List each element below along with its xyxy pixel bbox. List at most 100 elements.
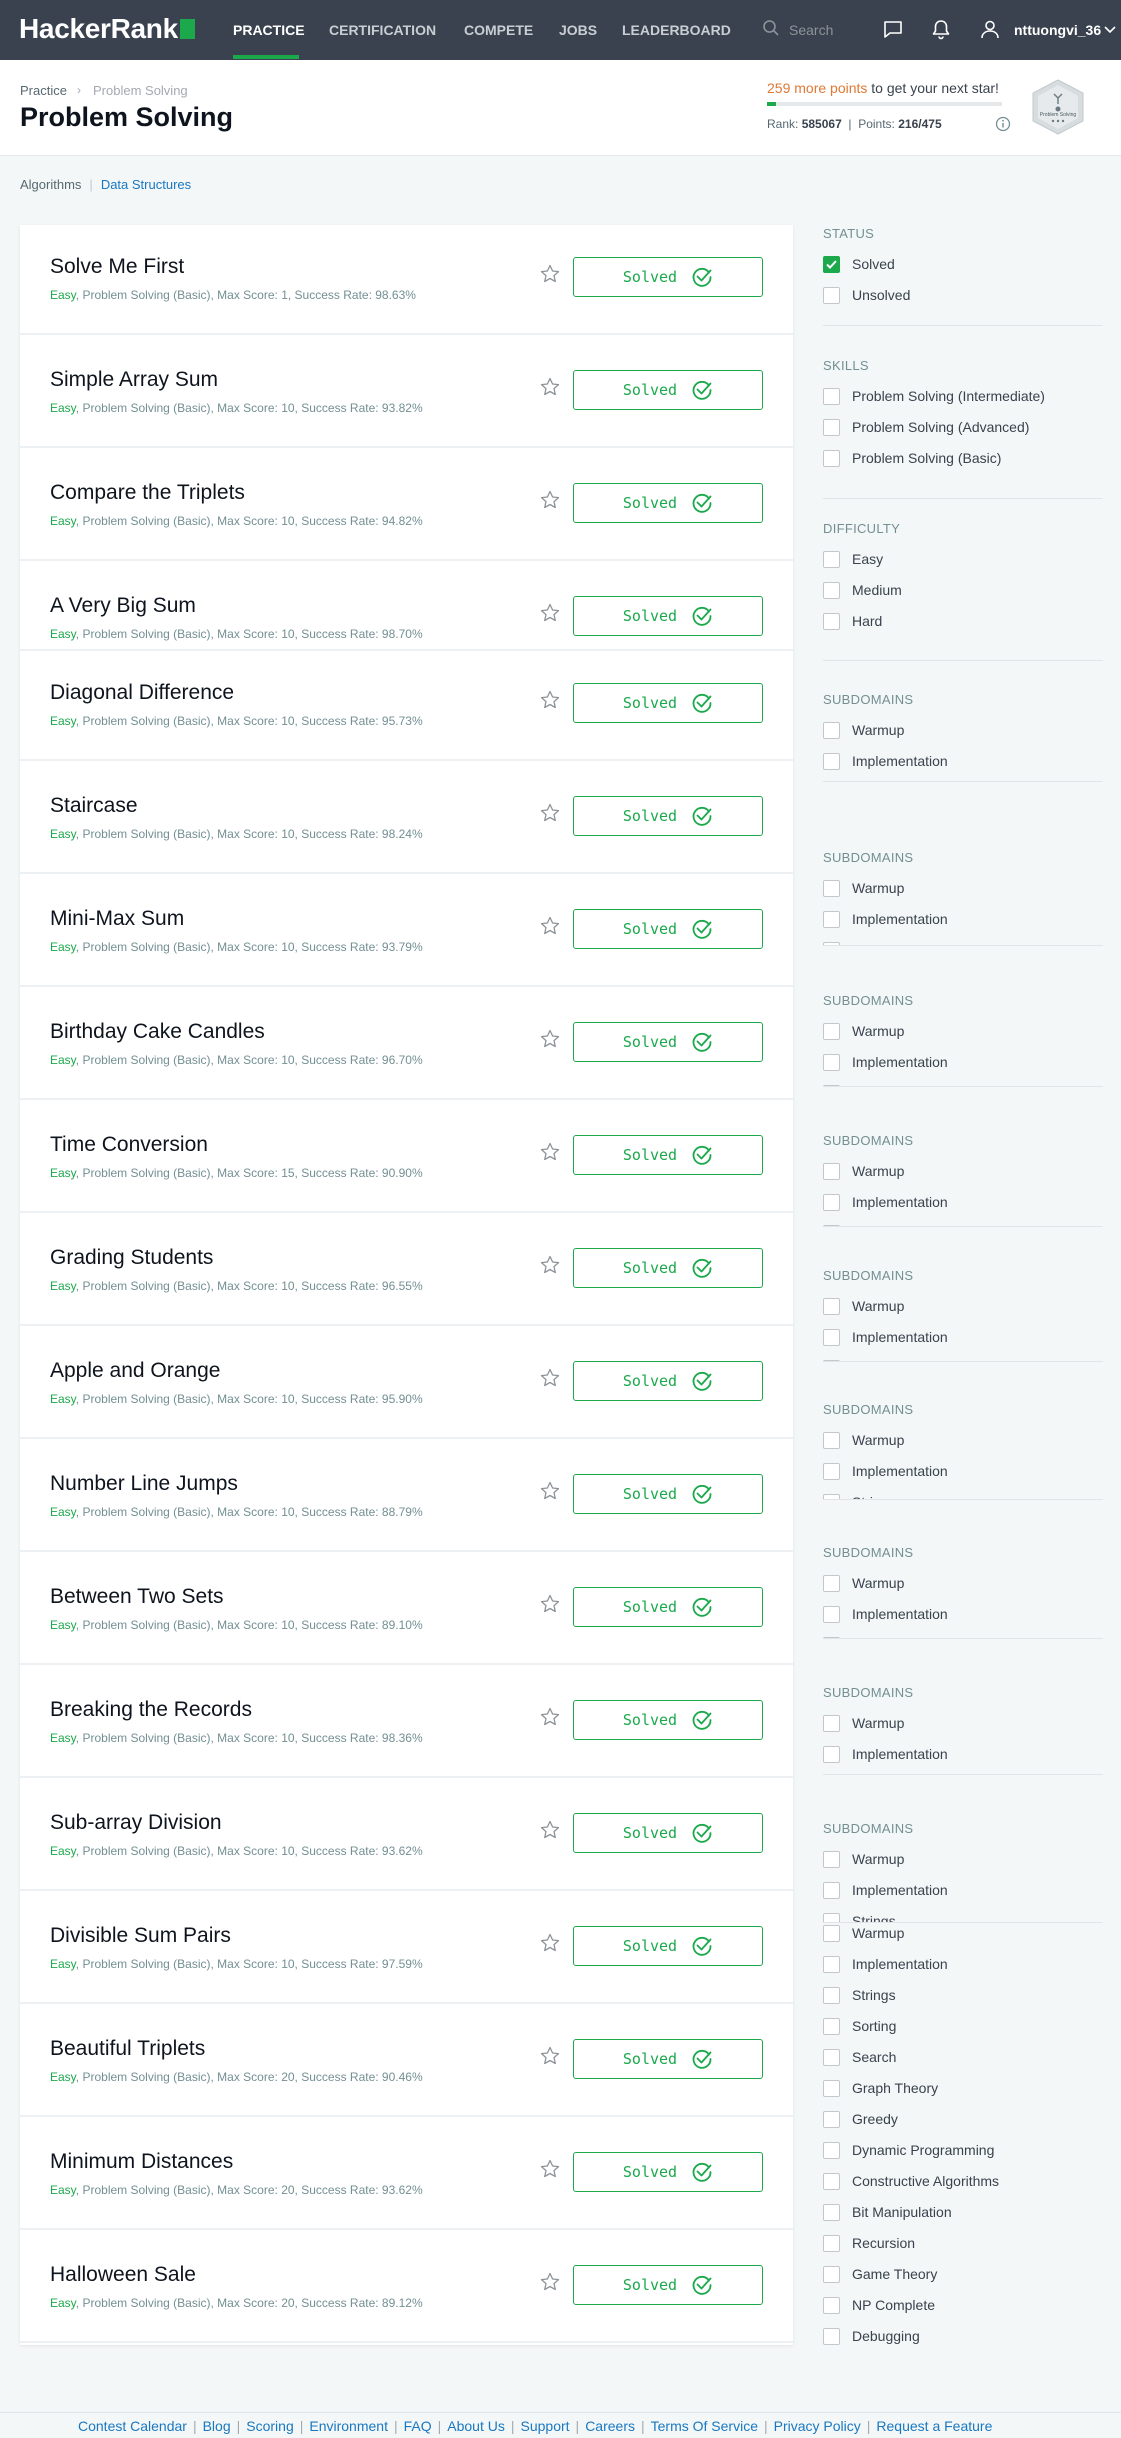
checkbox[interactable] xyxy=(823,2296,840,2314)
checkbox-checked[interactable] xyxy=(823,255,840,273)
bookmark-star-icon[interactable] xyxy=(540,1029,560,1049)
filter-option[interactable]: Warmup xyxy=(823,1430,904,1450)
challenge-card[interactable]: Beautiful Triplets Easy, Problem Solving … xyxy=(20,2007,793,2117)
solved-button[interactable]: Solved xyxy=(573,2039,763,2079)
filter-option[interactable]: Search xyxy=(823,2047,896,2067)
footer-link[interactable]: Scoring xyxy=(246,2418,293,2434)
solved-button[interactable]: Solved xyxy=(573,2152,763,2192)
checkbox[interactable] xyxy=(823,2141,840,2159)
bookmark-star-icon[interactable] xyxy=(540,2159,560,2179)
filter-option[interactable]: Warmup xyxy=(823,1296,904,1316)
checkbox[interactable] xyxy=(823,581,840,599)
challenge-card[interactable]: Apple and Orange Easy, Problem Solving (B… xyxy=(20,1329,793,1439)
filter-option[interactable]: Graph Theory xyxy=(823,2078,938,2098)
bookmark-star-icon[interactable] xyxy=(540,916,560,936)
solved-button[interactable]: Solved xyxy=(573,1135,763,1175)
filter-option[interactable]: Debugging xyxy=(823,2326,920,2346)
filter-option[interactable]: Implementation xyxy=(823,1744,948,1764)
subnav-algorithms[interactable]: Algorithms xyxy=(20,177,81,192)
checkbox[interactable] xyxy=(823,1162,840,1180)
footer-link[interactable]: Careers xyxy=(585,2418,635,2434)
checkbox[interactable] xyxy=(823,387,840,405)
challenge-card[interactable]: Birthday Cake Candles Easy, Problem Solvi… xyxy=(20,990,793,1100)
solved-button[interactable]: Solved xyxy=(573,909,763,949)
footer-link[interactable]: About Us xyxy=(447,2418,505,2434)
solved-button[interactable]: Solved xyxy=(573,796,763,836)
challenge-card[interactable]: Sub-array Division Easy, Problem Solving … xyxy=(20,1781,793,1891)
filter-option[interactable]: Problem Solving (Advanced) xyxy=(823,417,1029,437)
checkbox[interactable] xyxy=(823,1955,840,1973)
filter-option[interactable]: Problem Solving (Basic) xyxy=(823,448,1001,468)
challenge-card[interactable]: Solve Me First Easy, Problem Solving (Bas… xyxy=(20,225,793,335)
checkbox[interactable] xyxy=(823,286,840,304)
footer-link[interactable]: Request a Feature xyxy=(876,2418,992,2434)
filter-option[interactable]: Problem Solving (Intermediate) xyxy=(823,386,1045,406)
filter-option[interactable]: Implementation xyxy=(823,1954,948,1974)
challenge-title[interactable]: Number Line Jumps xyxy=(50,1472,238,1496)
filter-option[interactable]: Bit Manipulation xyxy=(823,2202,952,2222)
footer-link[interactable]: Support xyxy=(521,2418,570,2434)
solved-button[interactable]: Solved xyxy=(573,483,763,523)
checkbox[interactable] xyxy=(823,1574,840,1592)
checkbox[interactable] xyxy=(823,1053,840,1071)
checkbox[interactable] xyxy=(823,752,840,770)
solved-button[interactable]: Solved xyxy=(573,1474,763,1514)
challenge-card[interactable]: Minimum Distances Easy, Problem Solving (… xyxy=(20,2120,793,2230)
solved-button[interactable]: Solved xyxy=(573,257,763,297)
bookmark-star-icon[interactable] xyxy=(540,690,560,710)
challenge-card[interactable]: Between Two Sets Easy, Problem Solving (B… xyxy=(20,1555,793,1665)
footer-link[interactable]: FAQ xyxy=(404,2418,432,2434)
challenge-title[interactable]: Staircase xyxy=(50,794,138,818)
challenge-title[interactable]: Beautiful Triplets xyxy=(50,2037,205,2061)
checkbox[interactable] xyxy=(823,550,840,568)
filter-option[interactable]: Hard xyxy=(823,611,882,631)
challenge-card[interactable]: Grading Students Easy, Problem Solving (B… xyxy=(20,1216,793,1326)
solved-button[interactable]: Solved xyxy=(573,2265,763,2305)
filter-option[interactable]: Warmup xyxy=(823,1849,904,1869)
checkbox[interactable] xyxy=(823,612,840,630)
filter-option[interactable]: Implementation xyxy=(823,909,948,929)
filter-option[interactable]: Recursion xyxy=(823,2233,915,2253)
bookmark-star-icon[interactable] xyxy=(540,1933,560,1953)
footer-link[interactable]: Terms Of Service xyxy=(651,2418,758,2434)
bookmark-star-icon[interactable] xyxy=(540,1594,560,1614)
filter-option[interactable]: Warmup xyxy=(823,1573,904,1593)
nav-jobs[interactable]: JOBS xyxy=(559,22,597,38)
footer-link[interactable]: Environment xyxy=(309,2418,388,2434)
bookmark-star-icon[interactable] xyxy=(540,1255,560,1275)
footer-link[interactable]: Privacy Policy xyxy=(774,2418,861,2434)
challenge-card[interactable]: Divisible Sum Pairs Easy, Problem Solving… xyxy=(20,1894,793,2004)
info-icon[interactable] xyxy=(995,116,1011,132)
checkbox[interactable] xyxy=(823,1924,840,1942)
challenge-title[interactable]: Mini-Max Sum xyxy=(50,907,184,931)
challenge-title[interactable]: Halloween Sale xyxy=(50,2263,196,2287)
filter-option[interactable]: Implementation xyxy=(823,1192,948,1212)
challenge-title[interactable]: Minimum Distances xyxy=(50,2150,233,2174)
checkbox[interactable] xyxy=(823,2234,840,2252)
solved-button[interactable]: Solved xyxy=(573,1587,763,1627)
challenge-card[interactable]: Time Conversion Easy, Problem Solving (Ba… xyxy=(20,1103,793,1213)
filter-option[interactable]: Warmup xyxy=(823,1161,904,1181)
nav-practice[interactable]: PRACTICE xyxy=(233,22,305,38)
bookmark-star-icon[interactable] xyxy=(540,603,560,623)
messages-icon[interactable] xyxy=(882,18,904,40)
challenge-title[interactable]: Sub-array Division xyxy=(50,1811,222,1835)
challenge-title[interactable]: Simple Array Sum xyxy=(50,368,218,392)
bookmark-star-icon[interactable] xyxy=(540,377,560,397)
solved-button[interactable]: Solved xyxy=(573,1248,763,1288)
bookmark-star-icon[interactable] xyxy=(540,264,560,284)
solved-button[interactable]: Solved xyxy=(573,1022,763,1062)
filter-option[interactable]: Sorting xyxy=(823,2016,896,2036)
checkbox[interactable] xyxy=(823,449,840,467)
notifications-bell-icon[interactable] xyxy=(930,18,952,40)
challenge-title[interactable]: Grading Students xyxy=(50,1246,213,1270)
filter-option[interactable]: Implementation xyxy=(823,1604,948,1624)
solved-button[interactable]: Solved xyxy=(573,683,763,723)
checkbox[interactable] xyxy=(823,418,840,436)
filter-option[interactable]: Implementation xyxy=(823,1327,948,1347)
checkbox[interactable] xyxy=(823,2048,840,2066)
checkbox[interactable] xyxy=(823,2203,840,2221)
bookmark-star-icon[interactable] xyxy=(540,1368,560,1388)
filter-option[interactable]: NP Complete xyxy=(823,2295,935,2315)
challenge-card[interactable]: Compare the Triplets Easy, Problem Solvin… xyxy=(20,451,793,561)
